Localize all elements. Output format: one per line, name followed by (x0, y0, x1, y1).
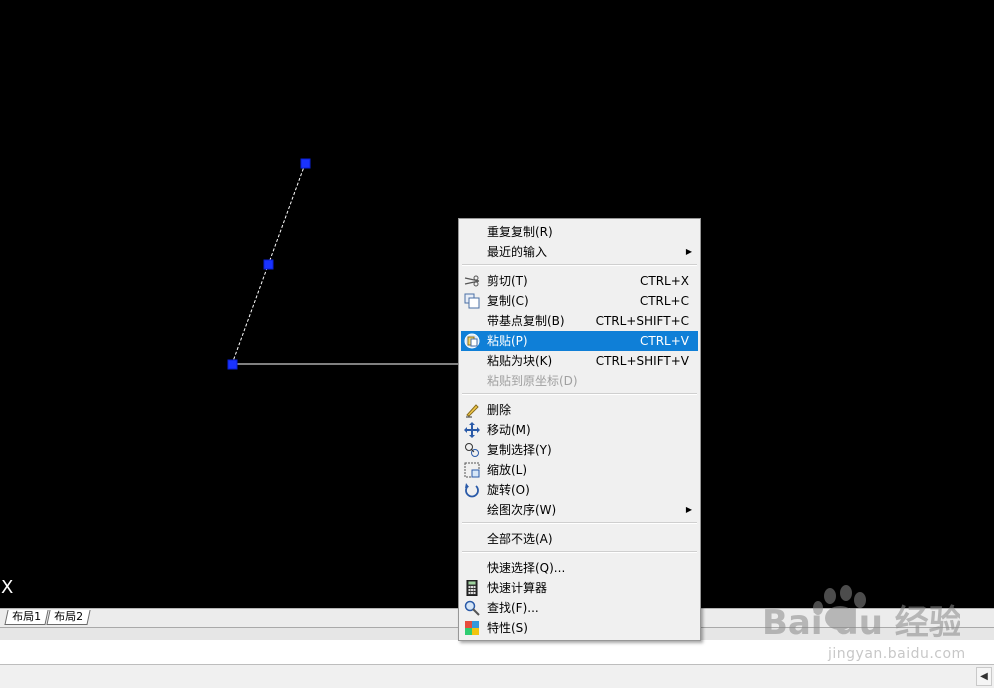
grip-midpoint[interactable] (263, 259, 274, 270)
menu-item-label: 快速计算器 (487, 581, 548, 595)
menu-item-move[interactable]: 移动(M) (461, 420, 698, 440)
menu-item-label: 旋转(O) (487, 483, 530, 497)
menu-item-label: 复制(C) (487, 294, 529, 308)
menu-item-copy-with-base-point[interactable]: 带基点复制(B) CTRL+SHIFT+C (461, 311, 698, 331)
submenu-arrow-icon: ▶ (685, 505, 692, 514)
copy-selection-icon (465, 443, 479, 457)
tab-layout1[interactable]: 布局1 (4, 610, 49, 625)
menu-item-quick-select[interactable]: 快速选择(Q)... (461, 558, 698, 578)
menu-item-shortcut: CTRL+SHIFT+V (595, 354, 689, 368)
eraser-icon (466, 404, 479, 418)
menu-item-label: 粘贴到原坐标(D) (487, 374, 578, 388)
menu-separator (462, 393, 697, 395)
calculator-icon (466, 580, 478, 596)
menu-item-label: 快速选择(Q)... (487, 561, 566, 575)
horizontal-scrollbar[interactable]: ◀ (0, 665, 994, 688)
menu-item-find[interactable]: 查找(F)... (461, 598, 698, 618)
menu-item-draw-order[interactable]: 绘图次序(W) ▶ (461, 500, 698, 520)
menu-separator (462, 551, 697, 553)
menu-item-paste-original-coords: 粘贴到原坐标(D) (461, 371, 698, 391)
menu-item-label: 缩放(L) (487, 463, 528, 477)
menu-item-label: 粘贴为块(K) (487, 354, 553, 368)
context-menu: 重复复制(R) 最近的输入 ▶ 剪切(T) CTRL+X 复制(C) CTRL+… (458, 218, 701, 641)
rotate-icon (465, 483, 479, 498)
tab-layout1-label: 布局1 (12, 610, 42, 623)
menu-item-shortcut: CTRL+C (639, 294, 689, 308)
menu-item-label: 查找(F)... (487, 601, 539, 615)
menu-item-rotate[interactable]: 旋转(O) (461, 480, 698, 500)
menu-item-label: 剪切(T) (487, 274, 528, 288)
tab-layout2-label: 布局2 (54, 610, 84, 623)
menu-item-recent-input[interactable]: 最近的输入 ▶ (461, 242, 698, 262)
menu-item-label: 最近的输入 (487, 245, 548, 259)
menu-item-shortcut: CTRL+X (639, 274, 689, 288)
scissors-icon (464, 275, 480, 287)
menu-item-label: 粘贴(P) (487, 334, 528, 348)
menu-item-label: 带基点复制(B) (487, 314, 565, 328)
menu-item-scale[interactable]: 缩放(L) (461, 460, 698, 480)
menu-item-paste-as-block[interactable]: 粘贴为块(K) CTRL+SHIFT+V (461, 351, 698, 371)
move-icon (464, 422, 480, 438)
menu-item-cut[interactable]: 剪切(T) CTRL+X (461, 271, 698, 291)
menu-item-copy-selection[interactable]: 复制选择(Y) (461, 440, 698, 460)
menu-item-deselect-all[interactable]: 全部不选(A) (461, 529, 698, 549)
menu-item-label: 删除 (487, 403, 512, 417)
menu-item-quick-calc[interactable]: 快速计算器 (461, 578, 698, 598)
submenu-arrow-icon: ▶ (685, 247, 692, 256)
scroll-left-button[interactable]: ◀ (976, 667, 992, 686)
paste-icon (464, 333, 480, 349)
menu-item-label: 绘图次序(W) (487, 503, 557, 517)
menu-separator (462, 264, 697, 266)
menu-item-properties[interactable]: 特性(S) (461, 618, 698, 638)
menu-item-shortcut: CTRL+SHIFT+C (595, 314, 689, 328)
menu-item-copy[interactable]: 复制(C) CTRL+C (461, 291, 698, 311)
menu-item-paste[interactable]: 粘贴(P) CTRL+V (461, 331, 698, 351)
menu-item-label: 重复复制(R) (487, 225, 553, 239)
grip-end-bottom[interactable] (227, 359, 238, 370)
menu-item-label: 特性(S) (487, 621, 528, 635)
menu-item-label: 移动(M) (487, 423, 531, 437)
command-line[interactable] (0, 640, 994, 665)
grip-end-top[interactable] (300, 158, 311, 169)
menu-item-shortcut: CTRL+V (640, 334, 689, 348)
menu-item-erase[interactable]: 删除 (461, 400, 698, 420)
ucs-x-axis-label: X (1, 577, 14, 598)
menu-item-repeat-copy[interactable]: 重复复制(R) (461, 222, 698, 242)
find-icon (464, 600, 480, 616)
properties-icon (465, 621, 479, 635)
menu-separator (462, 522, 697, 524)
menu-item-label: 复制选择(Y) (487, 443, 552, 457)
scale-icon (464, 462, 480, 478)
menu-item-label: 全部不选(A) (487, 532, 553, 546)
tab-layout2[interactable]: 布局2 (46, 610, 91, 625)
copy-icon (464, 293, 480, 309)
